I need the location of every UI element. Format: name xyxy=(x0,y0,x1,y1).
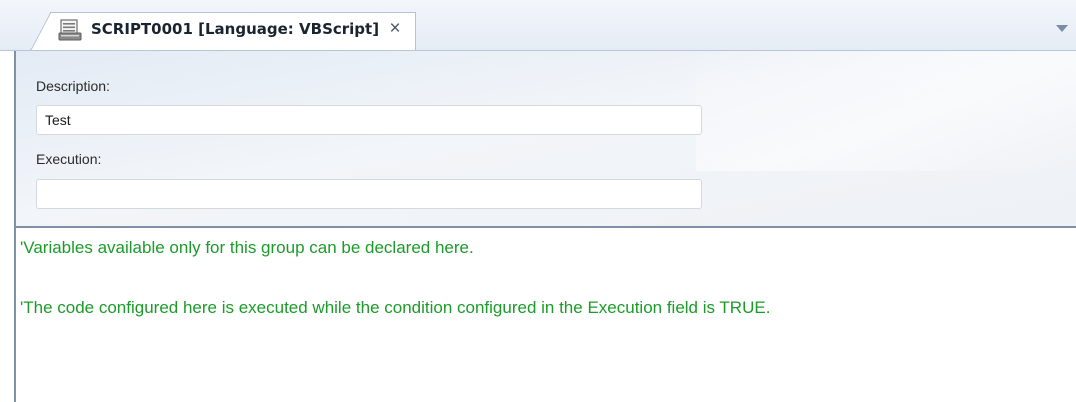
chevron-down-icon[interactable] xyxy=(1056,25,1068,32)
code-editor[interactable]: 'Variables available only for this group… xyxy=(14,226,1076,402)
tab-title: SCRIPT0001 [Language: VBScript] xyxy=(91,20,380,38)
properties-panel: Description: Execution: xyxy=(14,51,1076,226)
execution-input[interactable] xyxy=(36,179,702,209)
description-label: Description: xyxy=(36,78,110,94)
execution-label: Execution: xyxy=(36,151,102,167)
code-comment-line: 'The code configured here is executed wh… xyxy=(20,298,771,317)
panel-sheen xyxy=(696,51,1076,171)
script-editor-window: SCRIPT0001 [Language: VBScript] × Descri… xyxy=(0,0,1076,402)
description-input[interactable] xyxy=(36,105,702,135)
code-comment-line: 'Variables available only for this group… xyxy=(20,238,474,257)
tab-strip: SCRIPT0001 [Language: VBScript] × xyxy=(0,0,1076,51)
tab-close-button[interactable]: × xyxy=(385,18,405,40)
script-document-icon xyxy=(58,19,82,41)
